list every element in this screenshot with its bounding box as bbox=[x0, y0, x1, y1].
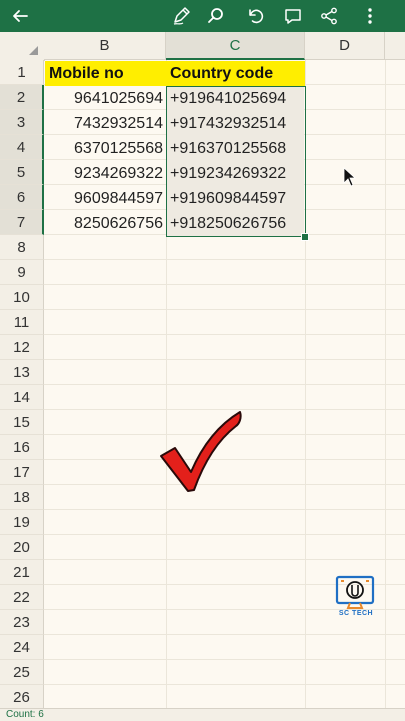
row-header[interactable]: 4 bbox=[0, 135, 44, 160]
undo-icon[interactable] bbox=[239, 0, 271, 32]
gridline bbox=[44, 259, 405, 260]
more-icon[interactable] bbox=[354, 0, 386, 32]
row-header[interactable]: 22 bbox=[0, 585, 44, 610]
cell-c5[interactable]: +919234269322 bbox=[167, 161, 304, 186]
cell-b4[interactable]: 6370125568 bbox=[45, 136, 166, 161]
share-icon[interactable] bbox=[313, 0, 345, 32]
gridline bbox=[44, 309, 405, 310]
row-header[interactable]: 21 bbox=[0, 560, 44, 585]
row-header[interactable]: 17 bbox=[0, 460, 44, 485]
row-header[interactable]: 19 bbox=[0, 510, 44, 535]
watermark-text: SC TECH bbox=[338, 610, 374, 617]
row-header[interactable]: 25 bbox=[0, 660, 44, 685]
row-header[interactable]: 5 bbox=[0, 160, 44, 185]
row-header[interactable]: 18 bbox=[0, 485, 44, 510]
column-header-e[interactable] bbox=[385, 32, 405, 60]
row-header[interactable]: 15 bbox=[0, 410, 44, 435]
cell-b2[interactable]: 9641025694 bbox=[45, 86, 166, 111]
row-header[interactable]: 24 bbox=[0, 635, 44, 660]
gridline bbox=[44, 284, 405, 285]
gridline bbox=[44, 384, 405, 385]
mouse-cursor-icon bbox=[343, 167, 357, 187]
row-header[interactable]: 8 bbox=[0, 235, 44, 260]
status-count: Count: 6 bbox=[6, 709, 44, 720]
row-header[interactable]: 26 bbox=[0, 685, 44, 708]
cell-b5[interactable]: 9234269322 bbox=[45, 161, 166, 186]
row-header[interactable]: 20 bbox=[0, 535, 44, 560]
gridline bbox=[44, 659, 405, 660]
row-header[interactable]: 9 bbox=[0, 260, 44, 285]
cell-c1[interactable]: Country code bbox=[166, 61, 305, 86]
gridline bbox=[44, 684, 405, 685]
row-header[interactable]: 6 bbox=[0, 185, 44, 210]
cell-b7[interactable]: 8250626756 bbox=[45, 211, 166, 236]
status-bar: Count: 6 bbox=[0, 708, 405, 721]
row-header[interactable]: 1 bbox=[0, 60, 44, 85]
cell-c4[interactable]: +916370125568 bbox=[167, 136, 304, 161]
fill-handle[interactable] bbox=[301, 233, 309, 241]
cell-c2[interactable]: +919641025694 bbox=[167, 86, 304, 111]
back-arrow-icon[interactable] bbox=[4, 0, 36, 32]
gridline bbox=[44, 334, 405, 335]
column-header-d[interactable]: D bbox=[305, 32, 385, 60]
gridline bbox=[44, 509, 405, 510]
row-header[interactable]: 23 bbox=[0, 610, 44, 635]
select-all-corner[interactable] bbox=[0, 32, 45, 61]
row-header[interactable]: 3 bbox=[0, 110, 44, 135]
row-header[interactable]: 7 bbox=[0, 210, 44, 235]
cell-c7[interactable]: +918250626756 bbox=[167, 211, 304, 236]
checkmark-icon bbox=[160, 411, 242, 492]
row-header[interactable]: 10 bbox=[0, 285, 44, 310]
cell-b6[interactable]: 9609844597 bbox=[45, 186, 166, 211]
column-header-c[interactable]: C bbox=[166, 32, 305, 60]
toolbar bbox=[0, 0, 405, 32]
cell-b3[interactable]: 7432932514 bbox=[45, 111, 166, 136]
row-header[interactable]: 12 bbox=[0, 335, 44, 360]
cell-c3[interactable]: +917432932514 bbox=[167, 111, 304, 136]
comment-icon[interactable] bbox=[277, 0, 309, 32]
row-header[interactable]: 14 bbox=[0, 385, 44, 410]
search-icon[interactable] bbox=[200, 0, 232, 32]
cell-b1[interactable]: Mobile no bbox=[45, 61, 166, 86]
gridline bbox=[44, 559, 405, 560]
row-header[interactable]: 11 bbox=[0, 310, 44, 335]
row-header[interactable]: 16 bbox=[0, 435, 44, 460]
row-header[interactable]: 2 bbox=[0, 85, 44, 110]
cell-c6[interactable]: +919609844597 bbox=[167, 186, 304, 211]
row-header[interactable]: 13 bbox=[0, 360, 44, 385]
gridline bbox=[44, 634, 405, 635]
gridline bbox=[44, 534, 405, 535]
pen-icon[interactable] bbox=[165, 0, 197, 32]
gridline bbox=[44, 359, 405, 360]
column-header-b[interactable]: B bbox=[44, 32, 166, 60]
